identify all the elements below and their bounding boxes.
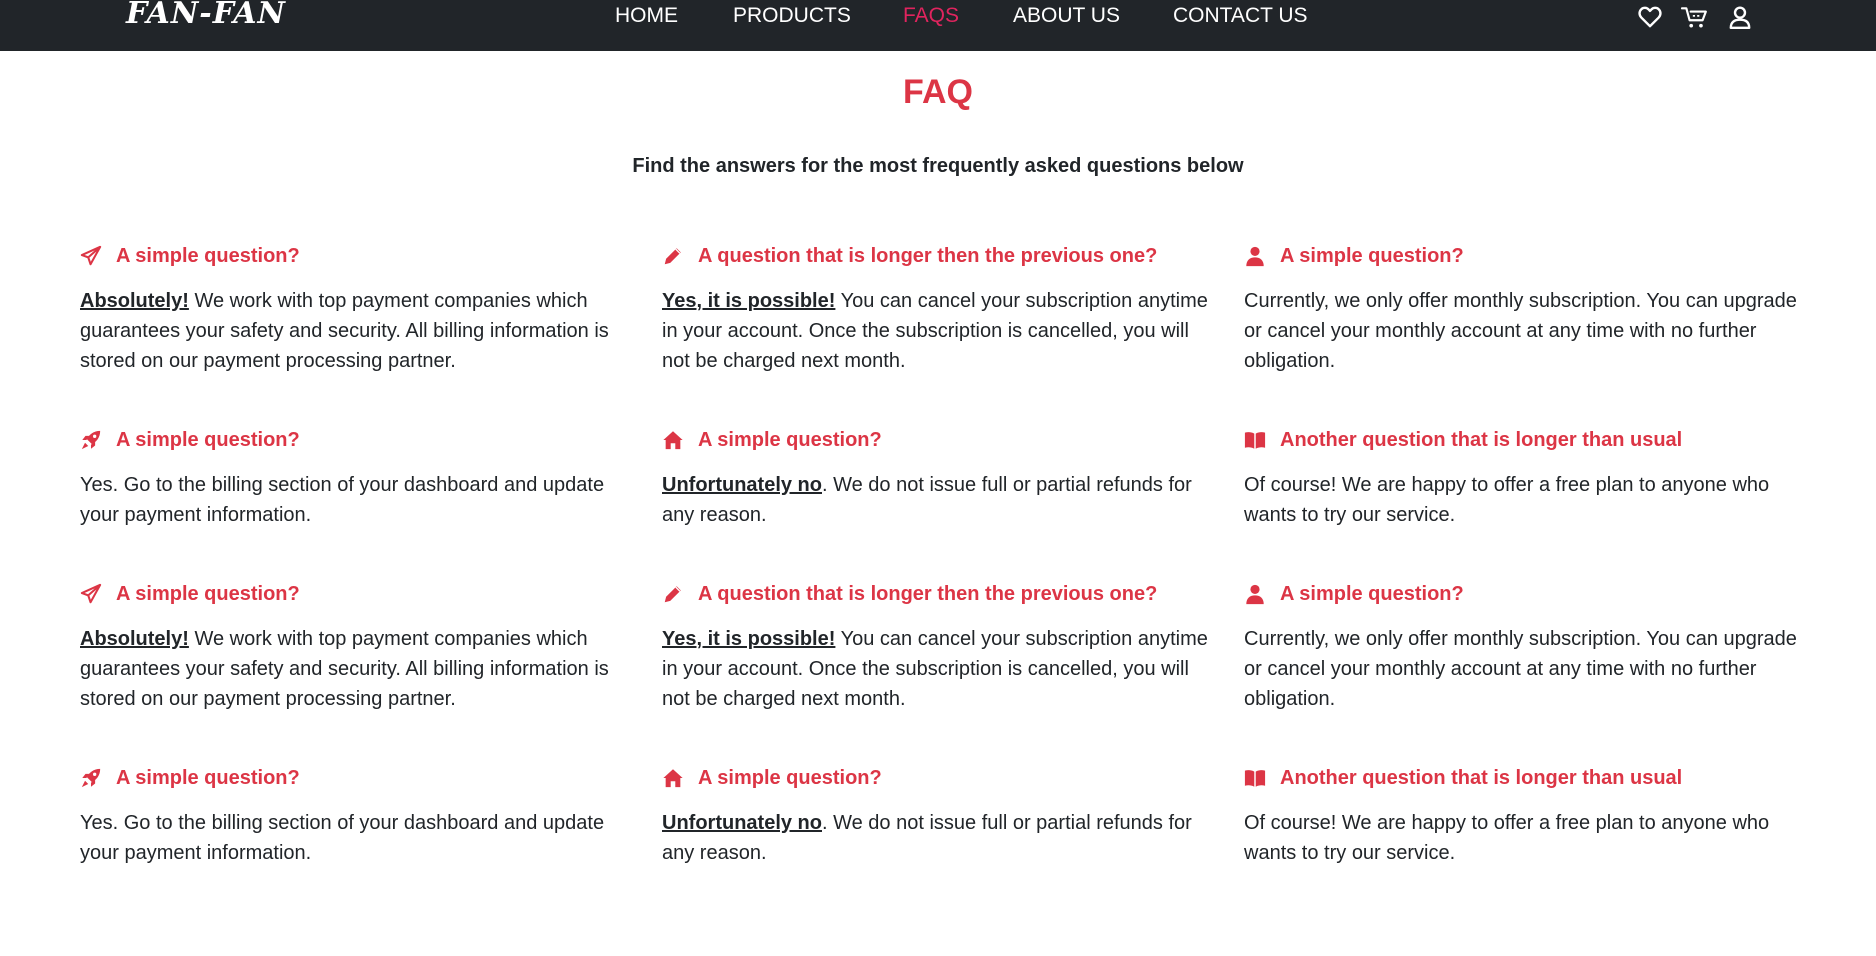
faq-item: A simple question? Yes. Go to the billin… (80, 425, 636, 530)
faq-question: A simple question? (1244, 241, 1800, 271)
faq-answer-text: Currently, we only offer monthly subscri… (1244, 628, 1797, 710)
faq-question: A question that is longer then the previ… (662, 241, 1218, 271)
faq-item: A question that is longer then the previ… (662, 579, 1218, 714)
faq-answer-lead: Unfortunately no (662, 812, 822, 834)
faq-answer-lead: Yes, it is possible! (662, 628, 836, 650)
faq-question-text: A simple question? (116, 245, 300, 267)
faq-question: A simple question? (80, 425, 636, 455)
faq-answer-lead: Absolutely! (80, 290, 189, 312)
pencil-icon (662, 245, 684, 267)
faq-answer-lead: Absolutely! (80, 628, 189, 650)
faq-answer: Currently, we only offer monthly subscri… (1244, 286, 1800, 376)
faq-answer: Yes. Go to the billing section of your d… (80, 470, 636, 530)
faq-question-text: Another question that is longer than usu… (1280, 429, 1683, 451)
faq-question-text: A question that is longer then the previ… (698, 245, 1158, 267)
user-icon (1244, 583, 1266, 605)
home-icon (662, 767, 684, 789)
faq-question: A simple question? (662, 425, 1218, 455)
faq-item: Another question that is longer than usu… (1244, 425, 1800, 530)
faq-answer: Unfortunately no. We do not issue full o… (662, 470, 1218, 530)
rocket-icon (80, 767, 102, 789)
faq-question-text: A simple question? (1280, 245, 1464, 267)
faq-question-text: A simple question? (116, 429, 300, 451)
faq-question: A simple question? (1244, 579, 1800, 609)
faq-question: Another question that is longer than usu… (1244, 425, 1800, 455)
faq-question-text: A simple question? (698, 429, 882, 451)
faq-question-text: A question that is longer then the previ… (698, 583, 1158, 605)
faq-answer: Yes, it is possible! You can cancel your… (662, 286, 1218, 376)
faq-answer-text: Of course! We are happy to offer a free … (1244, 474, 1770, 526)
faq-answer-lead: Yes, it is possible! (662, 290, 836, 312)
faq-answer: Of course! We are happy to offer a free … (1244, 808, 1800, 868)
faq-answer: Unfortunately no. We do not issue full o… (662, 808, 1218, 868)
faq-answer-text: Yes. Go to the billing section of your d… (80, 474, 605, 526)
paper-plane-icon (80, 583, 102, 605)
home-icon (662, 429, 684, 451)
faq-answer: Yes, it is possible! You can cancel your… (662, 624, 1218, 714)
faq-question: Another question that is longer than usu… (1244, 763, 1800, 793)
faq-item: A simple question? Currently, we only of… (1244, 241, 1800, 376)
book-icon (1244, 767, 1266, 789)
faq-answer-lead: Unfortunately no (662, 474, 822, 496)
faq-answer-text: Yes. Go to the billing section of your d… (80, 812, 605, 864)
faq-answer: Absolutely! We work with top payment com… (80, 624, 636, 714)
faq-question-text: A simple question? (1280, 583, 1464, 605)
faq-item: A simple question? Unfortunately no. We … (662, 425, 1218, 530)
faq-question-text: Another question that is longer than usu… (1280, 767, 1683, 789)
faq-question-text: A simple question? (116, 767, 300, 789)
faq-question: A simple question? (80, 579, 636, 609)
faq-question: A simple question? (80, 763, 636, 793)
faq-item: A simple question? Unfortunately no. We … (662, 763, 1218, 868)
faq-item: Another question that is longer than usu… (1244, 763, 1800, 868)
faq-item: A simple question? Currently, we only of… (1244, 579, 1800, 714)
faq-answer: Currently, we only offer monthly subscri… (1244, 624, 1800, 714)
faq-answer-text: Of course! We are happy to offer a free … (1244, 812, 1770, 864)
user-icon (1244, 245, 1266, 267)
faq-question: A simple question? (80, 241, 636, 271)
faq-grid: A simple question? Absolutely! We work w… (0, 0, 1876, 956)
faq-answer: Of course! We are happy to offer a free … (1244, 470, 1800, 530)
pencil-icon (662, 583, 684, 605)
paper-plane-icon (80, 245, 102, 267)
rocket-icon (80, 429, 102, 451)
faq-item: A question that is longer then the previ… (662, 241, 1218, 376)
faq-question-text: A simple question? (116, 583, 300, 605)
faq-item: A simple question? Yes. Go to the billin… (80, 763, 636, 868)
faq-answer: Yes. Go to the billing section of your d… (80, 808, 636, 868)
faq-question-text: A simple question? (698, 767, 882, 789)
faq-answer-text: Currently, we only offer monthly subscri… (1244, 290, 1797, 372)
faq-item: A simple question? Absolutely! We work w… (80, 241, 636, 376)
faq-answer: Absolutely! We work with top payment com… (80, 286, 636, 376)
faq-question: A simple question? (662, 763, 1218, 793)
faq-question: A question that is longer then the previ… (662, 579, 1218, 609)
book-icon (1244, 429, 1266, 451)
faq-item: A simple question? Absolutely! We work w… (80, 579, 636, 714)
